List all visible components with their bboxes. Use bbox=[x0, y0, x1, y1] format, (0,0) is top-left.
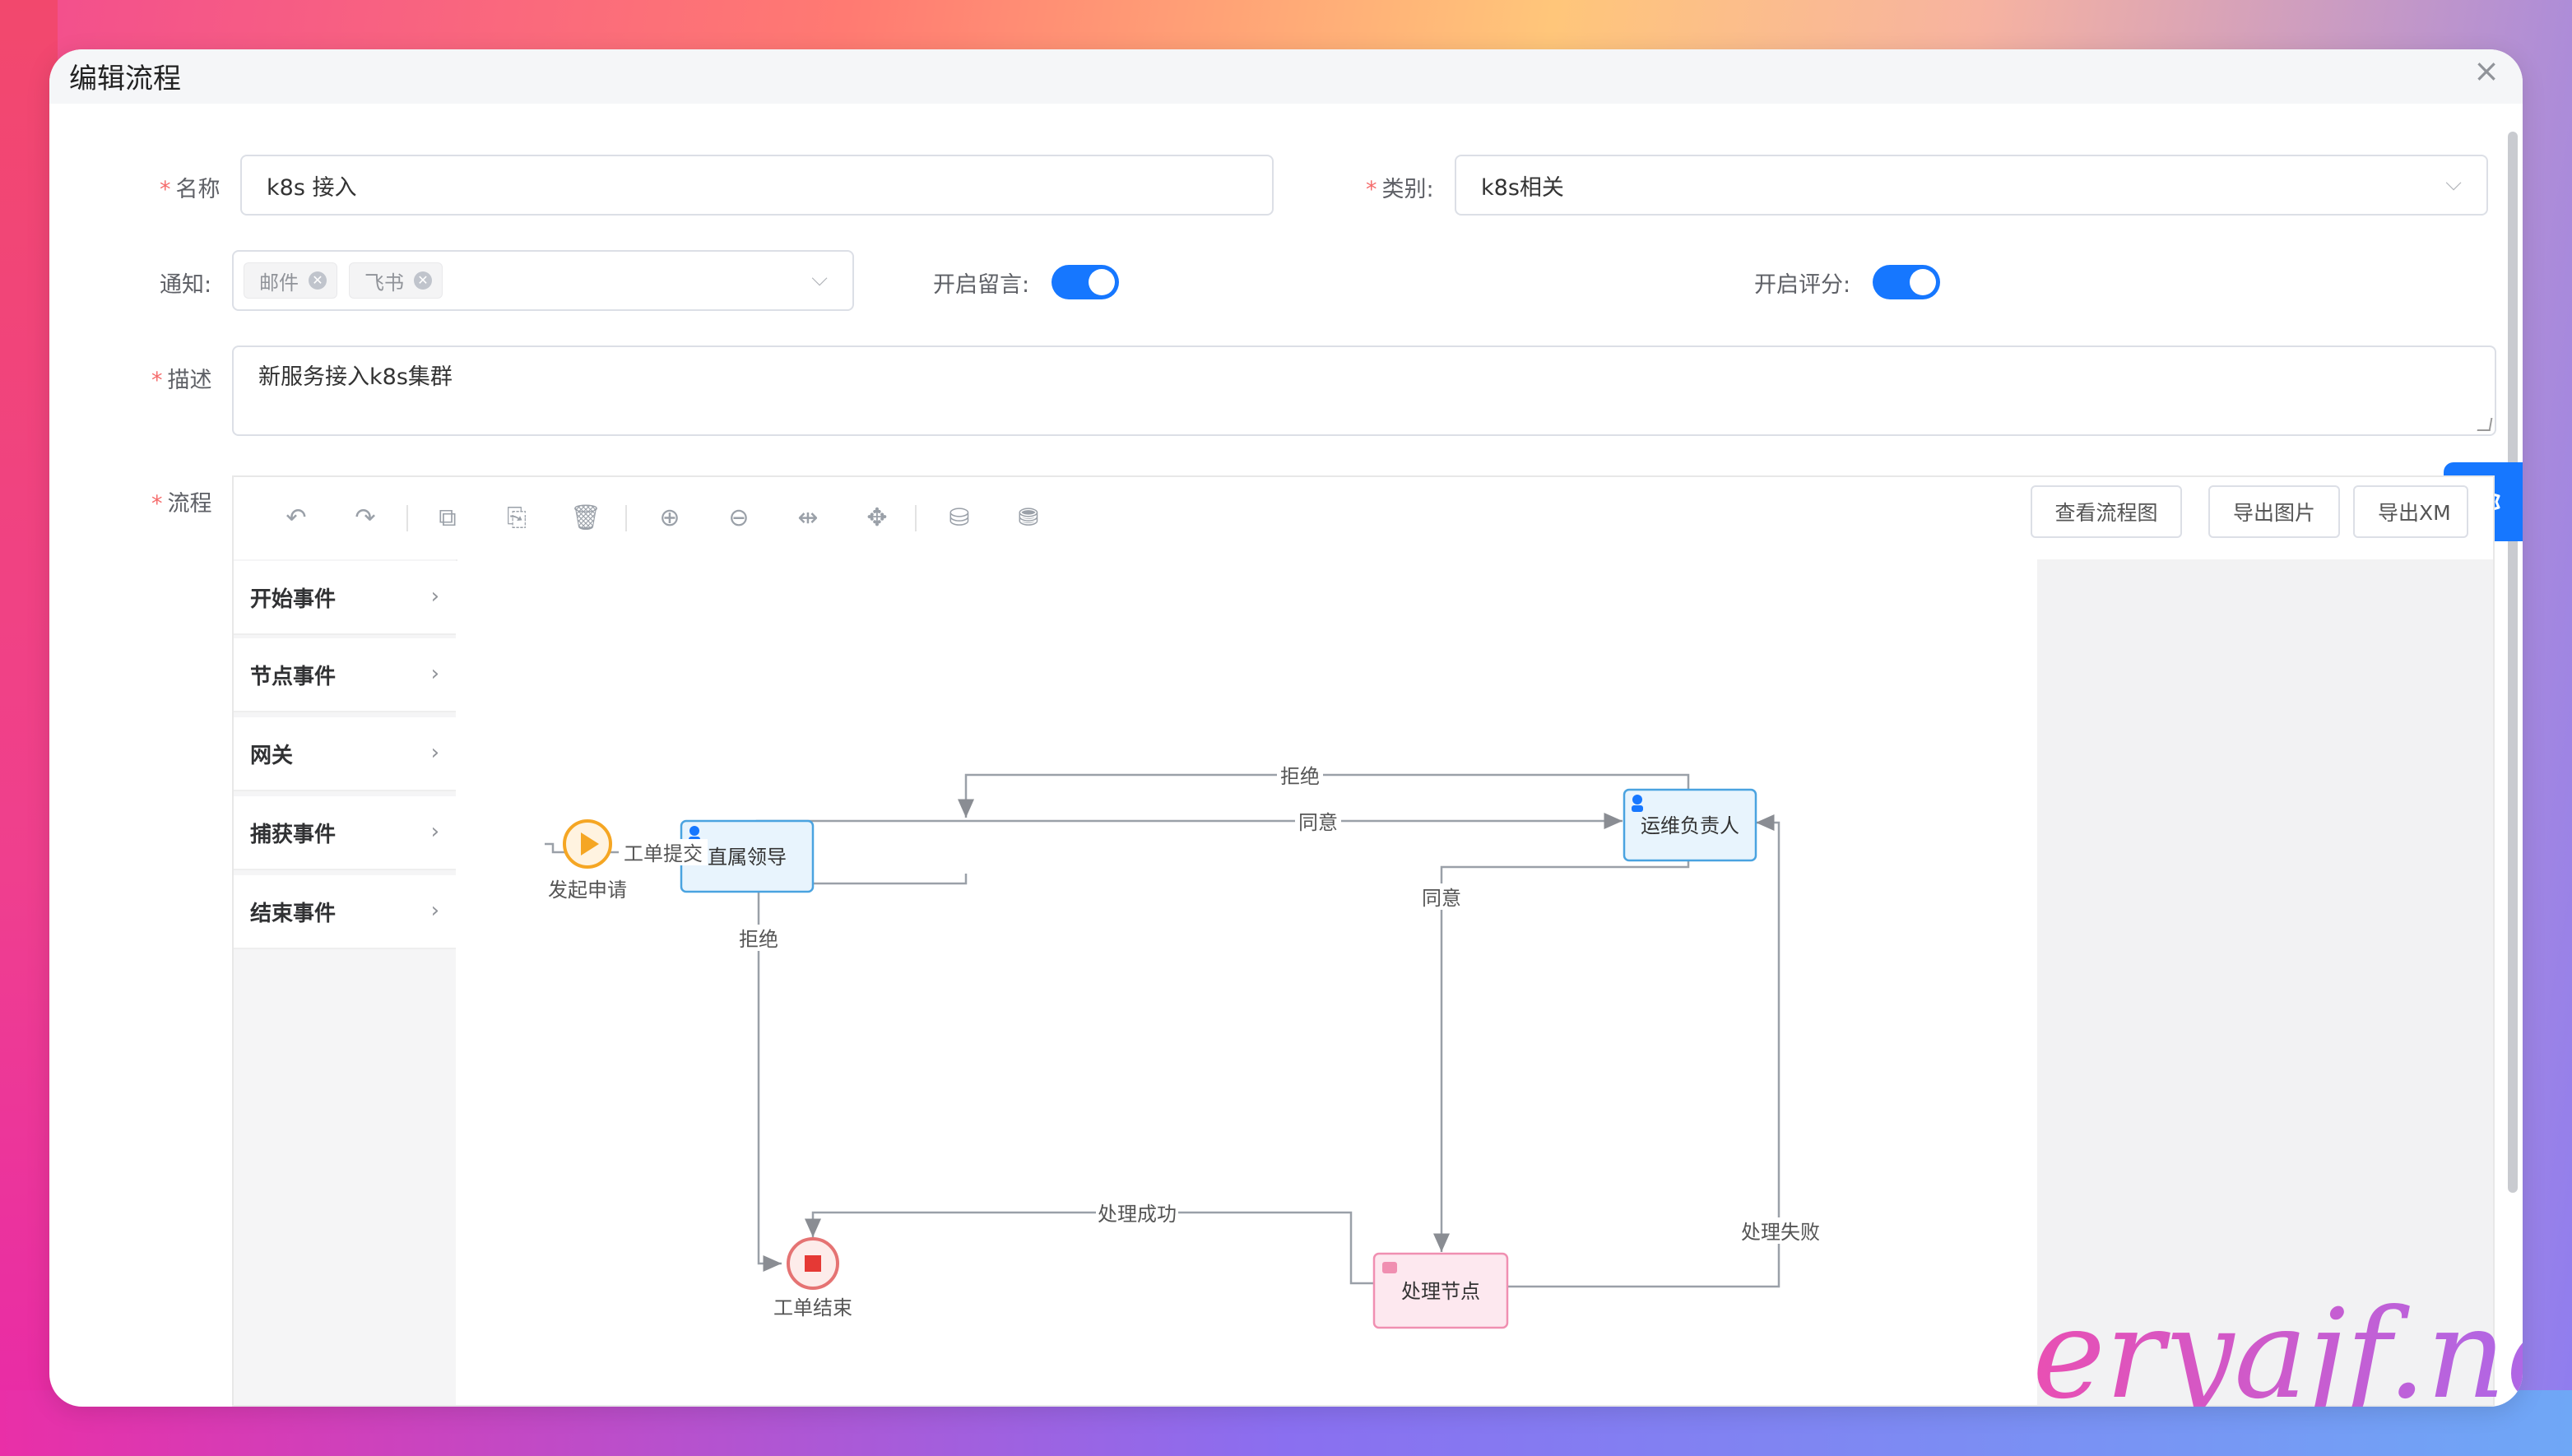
start-event-label: 发起申请 bbox=[548, 879, 627, 902]
flow-reject-top-label: 拒绝 bbox=[1280, 765, 1320, 788]
flow-fail-label: 处理失败 bbox=[1741, 1221, 1820, 1244]
task-ops[interactable]: 运维负责人 bbox=[1623, 788, 1757, 862]
notify-tag: 飞书 ✕ bbox=[349, 262, 443, 299]
flow-agree-top bbox=[747, 813, 1623, 854]
flow-fail bbox=[1507, 814, 1780, 1288]
view-diagram-button[interactable]: 查看流程图 bbox=[2031, 485, 2182, 538]
redo-icon[interactable]: ↷ bbox=[349, 502, 382, 535]
flow-submit-label: 工单提交 bbox=[624, 842, 703, 865]
paste-icon[interactable]: ⎘ bbox=[500, 502, 533, 535]
flow-agree-ops-label: 同意 bbox=[1422, 887, 1461, 910]
flow-agree-top-label: 同意 bbox=[1298, 811, 1338, 834]
name-label: * 名称 bbox=[160, 177, 221, 202]
notify-label: 通知: bbox=[160, 272, 212, 298]
comment-label: 开启留言: bbox=[933, 272, 1030, 298]
category-select[interactable]: k8s相关 ⌵ bbox=[1455, 155, 2488, 216]
element-palette: 开始事件 › 节点事件 › 网关 › 捕获事件 › 结束事件 › bbox=[234, 559, 456, 1405]
task-ops-label: 运维负责人 bbox=[1641, 814, 1739, 837]
resize-handle[interactable] bbox=[2477, 418, 2493, 431]
category-select-value: k8s相关 bbox=[1481, 174, 1564, 201]
description-value: 新服务接入k8s集群 bbox=[258, 364, 453, 390]
close-icon[interactable]: × bbox=[2473, 53, 2500, 89]
scrollbar[interactable] bbox=[2508, 132, 2518, 1193]
export-icon[interactable]: ⛃ bbox=[1012, 502, 1045, 535]
task-process[interactable]: 处理节点 bbox=[1372, 1252, 1509, 1329]
chevron-right-icon: › bbox=[430, 898, 439, 923]
user-icon bbox=[689, 826, 699, 836]
editor-toolbar: ↶ ↷ ⧉ ⎘ 🗑 ⊕ ⊖ ⇹ ✥ ⛁ ⛃ 查看流程图 导出图片 导出XM bbox=[234, 477, 2493, 561]
notify-select[interactable]: 邮件 ✕ 飞书 ✕ ⌵ bbox=[232, 250, 854, 311]
chevron-down-icon: ⌵ bbox=[811, 266, 828, 291]
flow-reject-left bbox=[757, 874, 968, 1272]
zoom-out-icon[interactable]: ⊖ bbox=[722, 502, 755, 535]
flow-success bbox=[805, 1211, 1374, 1285]
edit-flow-dialog: 编辑流程 × * 名称 k8s 接入 * 类别: k8s相关 ⌵ 通知: 邮件 ✕ 飞… bbox=[49, 49, 2523, 1407]
chevron-right-icon: › bbox=[430, 584, 439, 609]
end-event-label: 工单结束 bbox=[773, 1296, 852, 1319]
stop-icon bbox=[805, 1255, 821, 1272]
description-textarea[interactable]: 新服务接入k8s集群 bbox=[232, 345, 2496, 436]
comment-toggle[interactable] bbox=[1052, 265, 1119, 299]
auto-layout-icon[interactable]: ✥ bbox=[861, 502, 894, 535]
delete-icon[interactable]: 🗑 bbox=[569, 502, 602, 535]
watermark-logo: eryajf.net bbox=[2032, 1283, 2523, 1407]
start-event[interactable] bbox=[563, 819, 612, 869]
diagram-canvas[interactable]: 发起申请 直属领导 运维负责人 处理节点 工单结束 工单提交 拒绝 同意 同意 … bbox=[457, 559, 2037, 1405]
end-event[interactable] bbox=[787, 1237, 839, 1290]
notify-tag: 邮件 ✕ bbox=[244, 262, 337, 299]
bpmn-editor: ↶ ↷ ⧉ ⎘ 🗑 ⊕ ⊖ ⇹ ✥ ⛁ ⛃ 查看流程图 导出图片 导出XM 开始… bbox=[232, 475, 2495, 1407]
export-xml-button[interactable]: 导出XM bbox=[2353, 485, 2468, 538]
category-label: * 类别: bbox=[1366, 177, 1434, 202]
dialog-header: 编辑流程 × bbox=[49, 49, 2523, 104]
flow-reject-left-label: 拒绝 bbox=[739, 928, 778, 951]
name-input-value: k8s 接入 bbox=[267, 174, 357, 201]
user-icon bbox=[1632, 795, 1642, 805]
chevron-right-icon: › bbox=[430, 661, 439, 686]
fit-view-icon[interactable]: ⇹ bbox=[792, 502, 824, 535]
flow-diagram: 发起申请 直属领导 运维负责人 处理节点 工单结束 工单提交 拒绝 同意 同意 … bbox=[545, 762, 1822, 1329]
flow-success-label: 处理成功 bbox=[1098, 1203, 1177, 1226]
palette-catch-events[interactable]: 捕获事件 › bbox=[234, 796, 456, 870]
properties-panel bbox=[2037, 559, 2493, 1405]
palette-gateways[interactable]: 网关 › bbox=[234, 717, 456, 791]
description-label: * 描述 bbox=[151, 368, 212, 393]
task-process-label: 处理节点 bbox=[1401, 1280, 1480, 1303]
chevron-right-icon: › bbox=[430, 740, 439, 765]
name-input[interactable]: k8s 接入 bbox=[240, 155, 1274, 216]
palette-end-events[interactable]: 结束事件 › bbox=[234, 875, 456, 949]
chevron-down-icon: ⌵ bbox=[2445, 170, 2462, 196]
zoom-in-icon[interactable]: ⊕ bbox=[653, 502, 686, 535]
tag-close-icon[interactable]: ✕ bbox=[309, 271, 327, 290]
export-image-button[interactable]: 导出图片 bbox=[2208, 485, 2340, 538]
dialog-title: 编辑流程 bbox=[69, 63, 181, 95]
chevron-right-icon: › bbox=[430, 819, 439, 844]
import-icon[interactable]: ⛁ bbox=[943, 502, 976, 535]
palette-start-events[interactable]: 开始事件 › bbox=[234, 561, 456, 635]
flow-label: * 流程 bbox=[151, 491, 212, 517]
palette-task-events[interactable]: 节点事件 › bbox=[234, 638, 456, 712]
task-leader-label: 直属领导 bbox=[708, 846, 787, 869]
envelope-icon bbox=[1382, 1262, 1397, 1273]
copy-icon[interactable]: ⧉ bbox=[431, 502, 464, 535]
flow-agree-ops bbox=[1433, 854, 1690, 1252]
rating-toggle[interactable] bbox=[1873, 265, 1940, 299]
rating-label: 开启评分: bbox=[1754, 272, 1851, 298]
tag-close-icon[interactable]: ✕ bbox=[414, 271, 432, 290]
undo-icon[interactable]: ↶ bbox=[280, 502, 313, 535]
